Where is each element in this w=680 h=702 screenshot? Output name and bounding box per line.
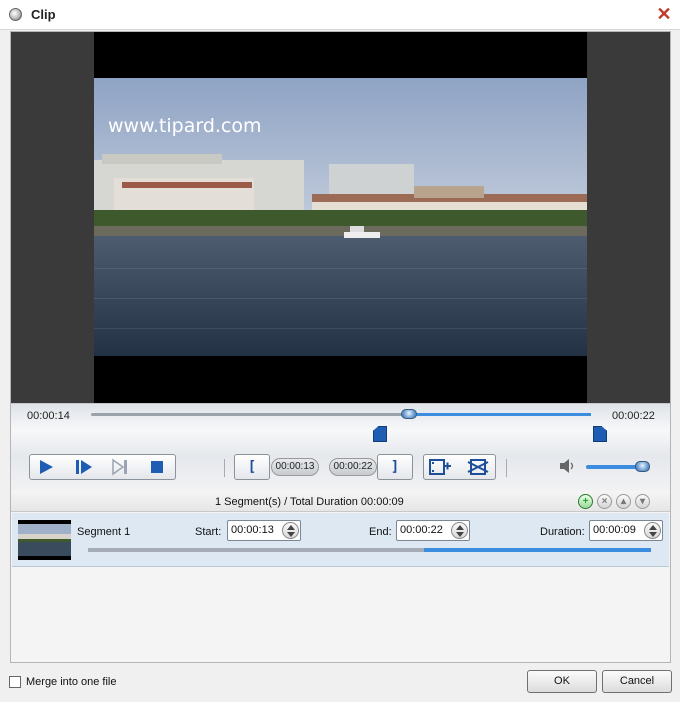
segment-row[interactable] — [12, 513, 669, 567]
segment-thumbnail — [18, 520, 71, 560]
video-watermark: www.tipard.com — [108, 115, 262, 137]
window-title: Clip — [31, 7, 56, 22]
app-icon — [9, 8, 22, 21]
merge-label: Merge into one file — [26, 676, 117, 688]
split-clip-button[interactable] — [466, 456, 490, 478]
seek-handle[interactable] — [401, 409, 417, 419]
video-frame: www.tipard.com — [94, 32, 587, 403]
set-end-button[interactable]: ] — [377, 454, 413, 480]
duration-stepper[interactable]: 00:00:09 — [589, 520, 663, 541]
start-time-value: 00:00:13 — [231, 524, 274, 536]
trim-start-time: 00:00:13 — [271, 458, 319, 476]
delete-segment-icon[interactable]: × — [597, 494, 612, 509]
play-segment-icon — [76, 460, 92, 474]
spin-arrows-icon[interactable] — [644, 522, 661, 539]
film-add-icon — [429, 459, 451, 475]
start-time-stepper[interactable]: 00:00:13 — [227, 520, 301, 541]
separator — [506, 459, 507, 477]
set-start-button[interactable]: [ — [234, 454, 270, 480]
current-time: 00:00:14 — [27, 410, 70, 422]
merge-checkbox[interactable] — [9, 676, 21, 688]
play-icon — [40, 460, 53, 474]
segment-selection — [423, 548, 651, 552]
next-frame-icon — [112, 458, 127, 476]
duration-value: 00:00:09 — [593, 524, 636, 536]
separator — [224, 459, 225, 477]
stop-icon — [151, 461, 163, 473]
video-image: www.tipard.com — [94, 78, 587, 356]
spin-arrows-icon[interactable] — [451, 522, 468, 539]
volume-icon[interactable] — [559, 458, 577, 477]
end-time: 00:00:22 — [612, 410, 655, 422]
play-segment-button[interactable] — [71, 456, 95, 478]
trim-end-time: 00:00:22 — [329, 458, 377, 476]
play-button[interactable] — [34, 456, 58, 478]
title-bar: Clip ✕ — [0, 0, 680, 30]
scissors-film-icon — [467, 459, 489, 475]
volume-handle[interactable] — [634, 461, 650, 472]
move-up-icon[interactable]: ▴ — [616, 494, 631, 509]
end-label: End: — [369, 526, 392, 538]
segment-name: Segment 1 — [77, 526, 131, 538]
cancel-button[interactable]: Cancel — [602, 670, 672, 693]
new-clip-button[interactable] — [428, 456, 452, 478]
ok-button[interactable]: OK — [527, 670, 597, 693]
close-icon[interactable]: ✕ — [654, 4, 674, 24]
segments-summary: 1 Segment(s) / Total Duration 00:00:09 — [215, 496, 404, 508]
end-time-value: 00:00:22 — [400, 524, 443, 536]
duration-label: Duration: — [540, 526, 585, 538]
video-preview: www.tipard.com — [11, 32, 670, 403]
stop-button[interactable] — [145, 456, 169, 478]
start-label: Start: — [195, 526, 222, 538]
seek-selection — [409, 413, 591, 416]
move-down-icon[interactable]: ▾ — [635, 494, 650, 509]
end-time-stepper[interactable]: 00:00:22 — [396, 520, 470, 541]
add-segment-icon[interactable]: + — [578, 494, 593, 509]
next-frame-button[interactable] — [108, 456, 132, 478]
spin-arrows-icon[interactable] — [282, 522, 299, 539]
